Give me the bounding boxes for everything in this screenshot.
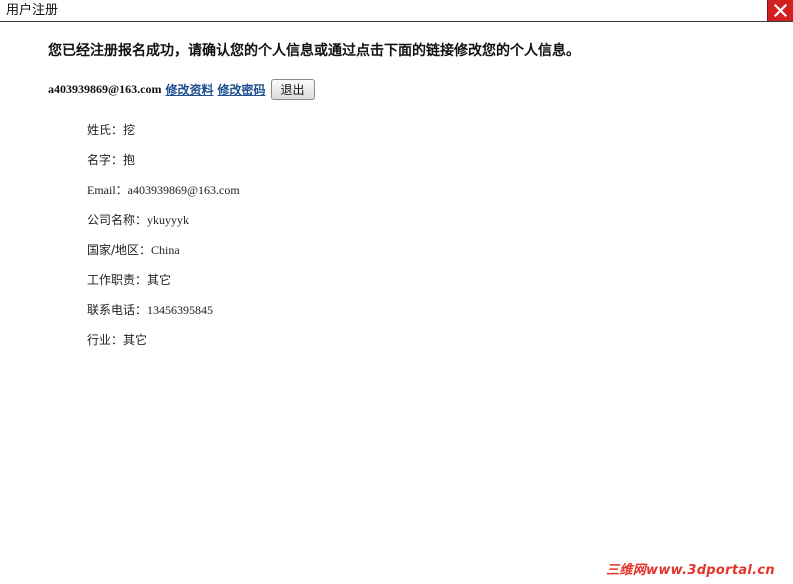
info-value: China (151, 243, 180, 257)
change-password-link[interactable]: 修改密码 (218, 81, 266, 98)
info-value: 挖 (123, 123, 136, 137)
info-label: Email： (87, 183, 128, 197)
account-email: a403939869@163.com (48, 81, 162, 96)
personal-info-list: 姓氏：挖 名字：抱 Email：a403939869@163.com 公司名称：… (87, 120, 240, 360)
window-title: 用户注册 (6, 3, 59, 18)
info-item-last-name: 姓氏：挖 (87, 120, 240, 150)
info-value: a403939869@163.com (127, 183, 240, 197)
title-bar: 用户注册 (0, 0, 793, 22)
info-label: 公司名称： (87, 213, 148, 227)
info-item-email: Email：a403939869@163.com (87, 180, 240, 210)
info-item-company: 公司名称：ykuyyyk (87, 210, 240, 240)
info-label: 工作职责： (87, 273, 148, 287)
info-label: 国家/地区： (87, 243, 152, 257)
info-item-job-role: 工作职责：其它 (87, 270, 240, 300)
close-icon (774, 4, 787, 17)
site-watermark: 三维网www.3dportal.cn (606, 563, 775, 578)
account-row: a403939869@163.com 修改资料 修改密码 退出 (48, 78, 315, 100)
info-label: 行业： (87, 333, 124, 347)
info-value: ykuyyyk (147, 213, 190, 227)
info-item-industry: 行业：其它 (87, 330, 240, 360)
info-value: 13456395845 (147, 303, 214, 317)
info-label: 联系电话： (87, 303, 148, 317)
success-heading: 您已经注册报名成功，请确认您的个人信息或通过点击下面的链接修改您的个人信息。 (48, 43, 580, 59)
info-item-first-name: 名字：抱 (87, 150, 240, 180)
info-item-country: 国家/地区：China (87, 240, 240, 270)
info-item-phone: 联系电话：13456395845 (87, 300, 240, 330)
edit-profile-link[interactable]: 修改资料 (165, 81, 213, 98)
info-value: 抱 (123, 153, 136, 167)
logout-button[interactable]: 退出 (270, 78, 315, 100)
info-value: 其它 (147, 273, 172, 287)
info-value: 其它 (123, 333, 148, 347)
info-label: 姓氏： (87, 123, 124, 137)
info-label: 名字： (87, 153, 124, 167)
close-button[interactable] (767, 0, 793, 21)
